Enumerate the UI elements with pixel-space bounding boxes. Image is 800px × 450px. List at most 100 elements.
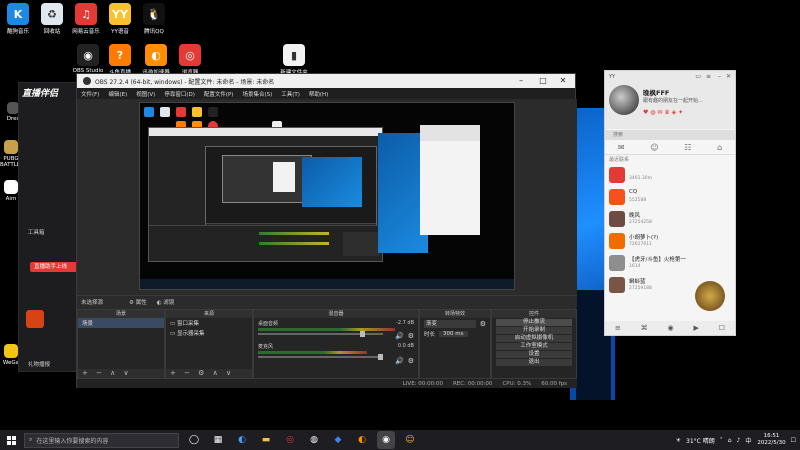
start-recording-button[interactable]: 开始录制 [496,327,572,334]
yy-contact-panel[interactable]: YY ▭ ≡ – ✕ 晚枫FFF 跟有趣的朋友在一起开始... ♥ ◍ ✉ ♛ … [604,70,736,336]
chevron-up-icon[interactable]: ˄ [720,437,723,444]
gear-icon[interactable]: ⚙ [408,357,414,365]
stop-stream-button[interactable]: 停止推流 [496,319,572,326]
gear-icon[interactable]: ⚙ [480,320,486,328]
livestream-app-window[interactable] [18,82,82,372]
steam-icon[interactable]: ◍ [305,431,323,449]
contact-item[interactable]: CQ 552588 [605,186,735,208]
obs-menu-item[interactable]: 视图(V) [136,90,155,98]
obs-menu-item[interactable]: 帮助(H) [309,90,328,98]
minimize-icon[interactable]: – [511,74,531,88]
contact-name: CQ [629,189,638,195]
edge-icon[interactable]: ◐ [233,431,251,449]
yy-taskbar-icon[interactable]: ☺ [401,431,419,449]
task-view-icon[interactable]: ◯ [185,431,203,449]
menu-icon[interactable]: ≡ [706,73,711,80]
filters-button[interactable]: ◐ 滤镜 [157,298,175,306]
avatar[interactable] [609,85,639,115]
source-item[interactable]: ▭ 窗口采集 [166,318,252,328]
network-icon[interactable]: ⌂ [728,437,732,444]
desktop-icon-qq[interactable]: 🐧 腾讯QQ [134,3,174,35]
obs-preview-canvas[interactable] [139,102,515,290]
slider-handle[interactable] [377,354,383,360]
obs-menu-item[interactable]: 文件(F) [81,90,99,98]
close-icon[interactable]: ✕ [553,74,573,88]
scene-item[interactable]: 场景 [78,318,164,328]
minimize-icon[interactable]: – [718,73,721,80]
live-side-toolbox[interactable]: 工具箱 [28,228,45,236]
obs-titlebar[interactable]: OBS 27.2.4 (64-bit, windows) - 配置文件: 未命名… [77,74,575,88]
chrome-icon[interactable]: ◎ [281,431,299,449]
douyu-icon: ? [109,44,131,66]
taskbar-search-input[interactable]: ⌕ 在这里输入你要搜索的内容 [24,432,179,448]
group-tab-icon[interactable]: ☷ [684,143,691,152]
obs-taskbar-icon[interactable]: ◉ [377,431,395,449]
gear-icon[interactable]: ⚙ [408,332,414,340]
obs-menu-item[interactable]: 停靠窗口(D) [164,90,195,98]
properties-button[interactable]: ⚙ 属性 [129,298,147,306]
xunyou-icon: ◐ [145,44,167,66]
obs-menu-item[interactable]: 配置文件(P) [204,90,234,98]
user-signature[interactable]: 跟有趣的朋友在一起开始... [643,97,703,104]
contact-item[interactable]: 【虎牙/斗鱼】火枪第一 1614 [605,252,735,274]
duration-input[interactable]: 300 ms [439,331,468,337]
close-icon[interactable]: ✕ [726,73,731,80]
speaker-icon[interactable]: 🔊 [395,357,404,365]
contact-item[interactable]: 3461.30m [605,164,735,186]
volume-slider[interactable] [258,354,383,360]
nested-controls [343,232,379,256]
studio-mode-button[interactable]: 工作室模式 [496,343,572,350]
clock[interactable]: 16:51 2022/5/30 [757,433,785,447]
controls-dock: 控件 停止推流 开始录制 启动虚拟摄像机 工作室模式 设置 退出 [491,309,577,379]
obs-statusbar: LIVE: 00:00:00 REC: 00:00:00 CPU: 0.3% 6… [77,379,577,388]
virtual-camera-button[interactable]: 启动虚拟摄像机 [496,335,572,342]
gift-icon[interactable]: ⌘ [641,324,648,332]
ime-indicator[interactable]: 中 [745,436,751,445]
obs-window[interactable]: OBS 27.2.4 (64-bit, windows) - 配置文件: 未命名… [76,73,577,388]
contact-item[interactable]: 晚风 27254258 [605,208,735,230]
notification-icon[interactable]: ☐ [791,437,796,444]
start-button[interactable] [0,430,22,450]
contact-item[interactable]: 小胡萝卜(?) 72617611 [605,230,735,252]
scenes-toolbar[interactable]: + − ∧ ∨ [78,369,164,378]
widgets-icon[interactable]: ▦ [209,431,227,449]
live-tool-icon[interactable] [26,310,44,328]
source-item[interactable]: ▭ 显示器采集 [166,328,252,338]
app-icon[interactable]: ◆ [329,431,347,449]
contact-search-input[interactable]: 搜索 [605,130,735,140]
obs-menu-item[interactable]: 场景集合(S) [242,90,272,98]
menu-icon[interactable]: ≡ [615,324,621,332]
transition-select[interactable]: 渐变 [424,320,476,328]
chat-icon[interactable]: ☐ [719,324,725,332]
video-icon[interactable]: ▶ [693,324,698,332]
obs-menu-item[interactable]: 编辑(E) [108,90,127,98]
sources-header: 来源 [166,310,252,318]
settings-button[interactable]: 设置 [496,351,572,358]
slider-handle[interactable] [360,331,366,337]
user-name: 晚枫FFF [643,89,670,97]
game-icon[interactable]: ◉ [668,324,674,332]
obs-menu-item[interactable]: 工具(T) [281,90,300,98]
xunyou-icon[interactable]: ◐ [353,431,371,449]
more-tab-icon[interactable]: ⌂ [717,143,722,152]
nested-recycle-icon [160,107,170,117]
volume-icon[interactable]: ♪ [737,437,741,444]
obs-icon [83,77,91,85]
volume-meter [258,351,368,354]
speaker-icon[interactable]: 🔊 [395,332,404,340]
file-explorer-icon[interactable]: ▬ [257,431,275,449]
desktop-icon-douyu[interactable]: ?斗鱼直播 [100,44,140,76]
maximize-icon[interactable]: □ [533,74,553,88]
chat-tab-icon[interactable]: ✉ [618,143,625,152]
status-icons[interactable]: ♥ ◍ ✉ ♛ ◈ ✦ [643,109,683,116]
desktop-icon-chrome[interactable]: ◎浏览器 [170,44,210,76]
avatar [609,277,625,293]
skin-icon[interactable]: ▭ [695,73,701,80]
desktop-icon-folder[interactable]: ▮新建文件夹 [274,44,314,76]
contacts-tab-icon[interactable]: ☺ [650,143,658,152]
weather-icon[interactable]: ☀ [676,437,681,444]
exit-button[interactable]: 退出 [496,359,572,366]
sources-toolbar[interactable]: + − ⚙ ∧ ∨ [166,369,252,378]
volume-slider[interactable] [258,331,383,337]
weather-text[interactable]: 31°C 晴朗 [686,436,715,445]
